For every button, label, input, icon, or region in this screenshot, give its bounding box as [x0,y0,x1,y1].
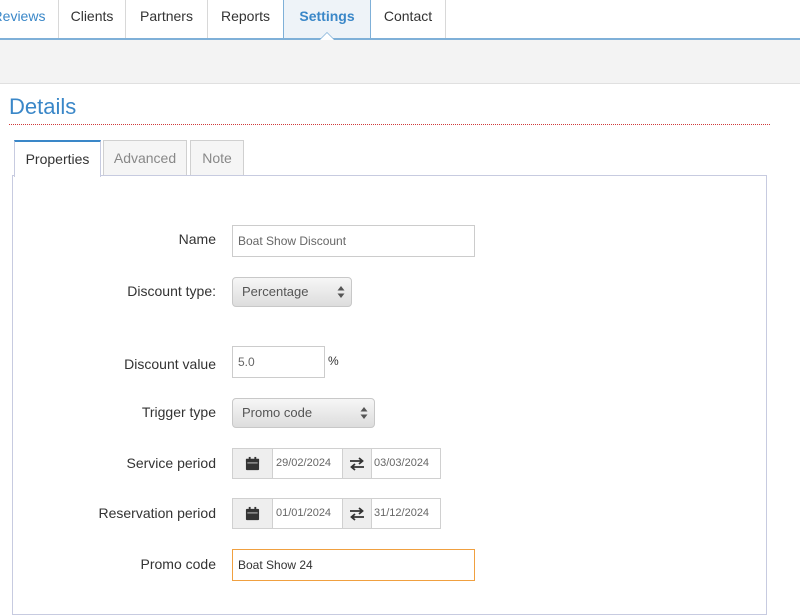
service-period-from[interactable]: 29/02/2024 [276,449,331,478]
service-period-to[interactable]: 03/03/2024 [374,449,429,478]
service-swap-button[interactable] [342,449,372,478]
service-period-label: Service period [126,455,217,471]
nav-tab-contact[interactable]: Contact [371,0,446,38]
nav-tab-clients[interactable]: Clients [59,0,126,38]
discount-type-value: Percentage [242,284,309,299]
swap-arrows-icon [350,507,364,521]
reservation-period-to[interactable]: 31/12/2024 [374,499,429,528]
tab-properties[interactable]: Properties [14,140,101,177]
calendar-icon [245,456,260,471]
reservation-calendar-button[interactable] [233,499,273,528]
name-label: Name [178,231,216,247]
toolbar-area [0,40,800,84]
title-divider [9,124,770,125]
calendar-icon [245,506,260,521]
updown-arrows-icon [360,407,368,419]
tab-note[interactable]: Note [190,140,244,175]
swap-arrows-icon [350,457,364,471]
reservation-period-label: Reservation period [98,505,216,521]
nav-tab-reports[interactable]: Reports [208,0,284,38]
reservation-period-from[interactable]: 01/01/2024 [276,499,331,528]
trigger-type-select[interactable]: Promo code [232,398,375,428]
tab-advanced[interactable]: Advanced [103,140,187,175]
updown-arrows-icon [337,286,345,298]
discount-type-select[interactable]: Percentage [232,277,352,307]
nav-tab-settings[interactable]: Settings [283,0,371,40]
service-period-range: 29/02/2024 03/03/2024 [232,448,441,479]
promo-code-label: Promo code [140,556,216,572]
trigger-type-value: Promo code [242,405,313,420]
nav-tab-partners[interactable]: Partners [126,0,208,38]
service-calendar-button[interactable] [233,449,273,478]
discount-value-label: Discount value [124,356,216,372]
discount-unit: % [328,354,339,368]
reservation-swap-button[interactable] [342,499,372,528]
name-input[interactable]: Boat Show Discount [232,225,475,257]
promo-code-input[interactable]: Boat Show 24 [232,549,475,581]
discount-type-label: Discount type: [127,283,216,299]
page-title: Details [9,94,77,119]
top-navigation: Reviews Clients Partners Reports Setting… [0,0,800,40]
nav-tab-reviews[interactable]: Reviews [0,0,59,38]
discount-value-input[interactable]: 5.0 [232,346,325,378]
trigger-type-label: Trigger type [141,404,216,420]
reservation-period-range: 01/01/2024 31/12/2024 [232,498,441,529]
